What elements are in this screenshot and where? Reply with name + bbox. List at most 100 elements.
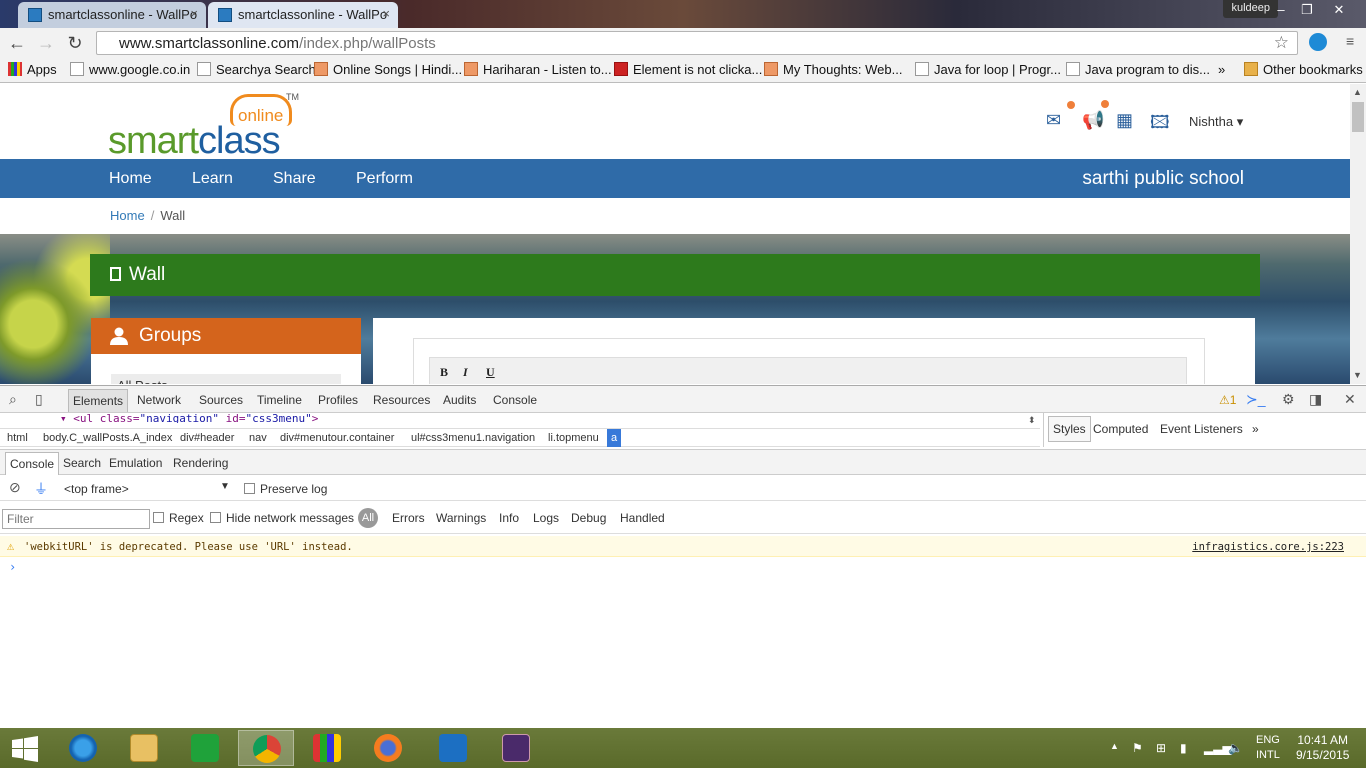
other-bookmarks[interactable]: Other bookmarks <box>1244 62 1363 77</box>
firefox-icon[interactable] <box>360 730 416 766</box>
dom-tree-line[interactable]: ▾ <ul class="navigation" id="css3menu"> <box>60 413 1040 423</box>
action-center-flag-icon[interactable]: ⚑ <box>1132 741 1143 755</box>
outlook-icon[interactable] <box>425 730 481 766</box>
forward-icon[interactable]: → <box>35 32 57 54</box>
internet-explorer-icon[interactable] <box>55 730 111 766</box>
tab-event-listeners[interactable]: Event Listeners <box>1160 422 1243 436</box>
tab-console[interactable]: Console <box>493 393 537 407</box>
breadcrumb-home-link[interactable]: Home <box>110 208 145 223</box>
chrome-menu-icon[interactable]: ≡ <box>1346 34 1358 48</box>
group-item-all-posts[interactable]: All Posts <box>111 374 341 384</box>
level-handled[interactable]: Handled <box>620 511 665 525</box>
java-ee-ide-icon[interactable] <box>488 730 544 766</box>
crumb-div-menutour[interactable]: div#menutour.container <box>280 432 394 444</box>
windows-tray-icon[interactable]: ⊞ <box>1156 741 1166 755</box>
preserve-log-toggle[interactable]: Preserve log <box>244 482 327 496</box>
scroll-down-icon[interactable]: ▼ <box>1353 370 1362 380</box>
hide-network-toggle[interactable]: Hide network messages <box>210 511 354 525</box>
crumb-li-topmenu[interactable]: li.topmenu <box>548 432 599 444</box>
tab-elements[interactable]: Elements <box>68 389 129 412</box>
crumb-html[interactable]: html <box>7 432 28 444</box>
tab-sources[interactable]: Sources <box>199 393 243 407</box>
hide-network-checkbox[interactable] <box>210 512 221 523</box>
level-info[interactable]: Info <box>499 511 519 525</box>
regex-checkbox[interactable] <box>153 512 164 523</box>
crumb-nav[interactable]: nav <box>249 432 267 444</box>
nav-share[interactable]: Share <box>273 170 316 188</box>
settings-gear-icon[interactable]: ⚙ <box>1282 391 1295 408</box>
nav-perform[interactable]: Perform <box>356 170 413 188</box>
warning-source-link[interactable]: infragistics.core.js:223 <box>1192 541 1344 553</box>
tab-audits[interactable]: Audits <box>443 393 476 407</box>
bookmark-java-for-loop[interactable]: Java for loop | Progr... <box>915 62 1061 77</box>
show-hidden-icons[interactable]: ▲ <box>1110 741 1119 751</box>
drawer-tab-emulation[interactable]: Emulation <box>109 456 162 470</box>
bookmark-element-not-clickable[interactable]: Element is not clicka... <box>614 62 762 77</box>
frame-dropdown-icon[interactable]: ▼ <box>220 481 230 492</box>
calendar-icon[interactable]: ▦ <box>1116 110 1133 131</box>
volume-icon[interactable]: 🔈 <box>1228 741 1243 755</box>
tab-network[interactable]: Network <box>137 393 181 407</box>
smartclass-logo[interactable]: online TM smartclass <box>108 92 308 162</box>
input-language[interactable]: ENG INTL <box>1256 733 1280 763</box>
scrollbar-thumb[interactable] <box>1352 102 1364 132</box>
underline-button[interactable]: U <box>486 365 495 380</box>
bookmark-online-songs[interactable]: Online Songs | Hindi... <box>314 62 462 77</box>
close-tab-icon[interactable]: × <box>190 6 198 21</box>
reload-icon[interactable]: ↻ <box>64 32 86 54</box>
page-scrollbar[interactable]: ▲ ▼ <box>1350 84 1366 384</box>
warning-count[interactable]: ⚠1 <box>1219 393 1236 407</box>
bookmark-star-icon[interactable]: ☆ <box>1274 33 1289 53</box>
restore-icon[interactable]: ❐ <box>1294 0 1320 20</box>
inspect-search-icon[interactable]: ⌕ <box>9 391 17 408</box>
crumb-div-header[interactable]: div#header <box>180 432 234 444</box>
chrome-icon[interactable] <box>238 730 294 766</box>
sidebar-overflow-button[interactable]: » <box>1252 422 1259 436</box>
level-debug[interactable]: Debug <box>571 511 606 525</box>
browser-tab-active[interactable]: smartclassonline - WallPo × <box>208 2 398 28</box>
close-devtools-icon[interactable]: ✕ <box>1344 391 1356 408</box>
address-bar[interactable]: www.smartclassonline.com/index.php/wallP… <box>96 31 1298 55</box>
console-prompt[interactable]: › <box>9 560 16 574</box>
crumb-ul-css3menu[interactable]: ul#css3menu1.navigation <box>411 432 535 444</box>
tab-timeline[interactable]: Timeline <box>257 393 302 407</box>
frame-selector[interactable]: <top frame> <box>64 482 129 496</box>
windows-start-icon[interactable] <box>0 730 50 766</box>
apps-grid-icon[interactable] <box>299 730 355 766</box>
bold-button[interactable]: B <box>440 365 448 380</box>
console-filter-input[interactable] <box>2 509 150 529</box>
user-menu[interactable]: Nishtha ▾ <box>1189 114 1243 130</box>
tab-resources[interactable]: Resources <box>373 393 430 407</box>
show-console-icon[interactable]: ≻_ <box>1246 391 1266 408</box>
megaphone-icon[interactable]: 📢 <box>1082 110 1104 131</box>
close-window-icon[interactable]: ✕ <box>1326 0 1352 20</box>
tab-computed[interactable]: Computed <box>1093 422 1148 436</box>
tab-profiles[interactable]: Profiles <box>318 393 358 407</box>
close-tab-icon[interactable]: × <box>382 6 390 21</box>
clear-console-icon[interactable]: ⊘ <box>9 479 21 496</box>
file-explorer-icon[interactable] <box>116 730 172 766</box>
minimize-icon[interactable]: – <box>1268 0 1294 20</box>
bookmark-java-program[interactable]: Java program to dis... <box>1066 62 1210 77</box>
bookmark-searchya[interactable]: Searchya Search <box>197 62 316 77</box>
store-icon[interactable] <box>177 730 233 766</box>
bookmark-apps[interactable]: Apps <box>8 62 57 77</box>
bookmark-hariharan[interactable]: Hariharan - Listen to... <box>464 62 612 77</box>
level-errors[interactable]: Errors <box>392 511 425 525</box>
drawer-tab-search[interactable]: Search <box>63 456 101 470</box>
scroll-up-icon[interactable]: ▲ <box>1353 87 1362 97</box>
regex-toggle[interactable]: Regex <box>153 511 204 525</box>
level-logs[interactable]: Logs <box>533 511 559 525</box>
drawer-tab-console[interactable]: Console <box>5 452 60 475</box>
nav-learn[interactable]: Learn <box>192 170 233 188</box>
bookmarks-overflow-button[interactable]: » <box>1218 62 1225 77</box>
tab-styles[interactable]: Styles <box>1048 416 1091 442</box>
bookmark-google[interactable]: www.google.co.in <box>70 62 190 77</box>
dom-scroll-arrows-icon[interactable]: ⬍ <box>1028 415 1036 426</box>
crumb-a-selected[interactable]: a <box>607 429 622 447</box>
italic-button[interactable]: I <box>463 365 468 380</box>
post-editor[interactable]: B I U <box>413 338 1205 384</box>
browser-tab[interactable]: smartclassonline - WallPo × <box>18 2 206 28</box>
bookmark-my-thoughts[interactable]: My Thoughts: Web... <box>764 62 902 77</box>
gallery-icon[interactable]: 🖾 <box>1150 110 1170 140</box>
